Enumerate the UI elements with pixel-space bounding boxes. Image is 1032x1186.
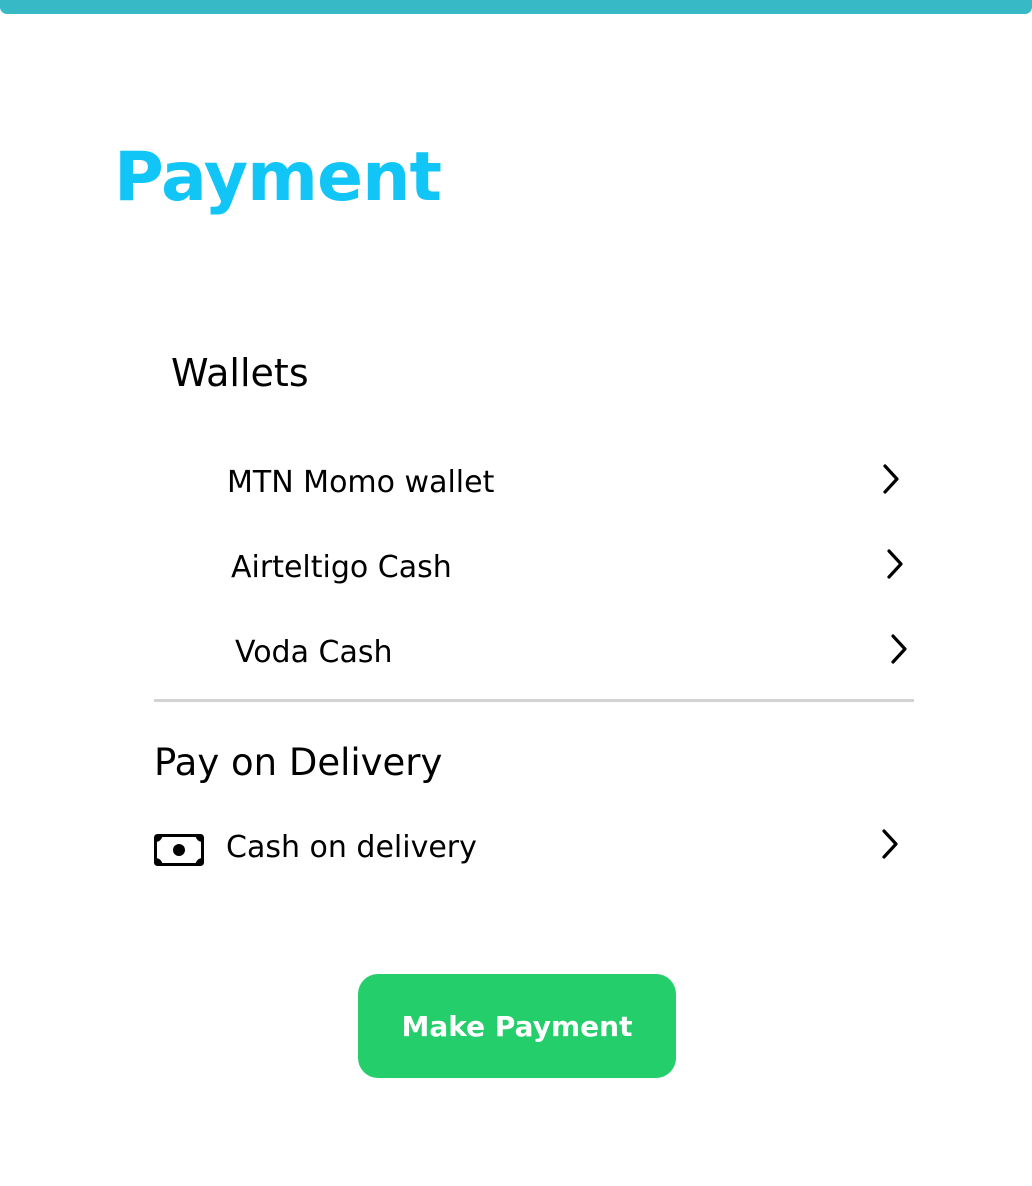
wallet-option-mtn-momo[interactable]: MTN Momo wallet: [227, 455, 907, 511]
wallet-option-label: Voda Cash: [235, 635, 393, 670]
pay-on-delivery-heading: Pay on Delivery: [154, 741, 443, 784]
make-payment-button[interactable]: Make Payment: [358, 974, 676, 1078]
delivery-option-cash[interactable]: Cash on delivery: [154, 820, 906, 876]
delivery-option-label: Cash on delivery: [226, 830, 477, 865]
chevron-right-icon: [878, 828, 902, 860]
wallet-option-label: MTN Momo wallet: [227, 465, 495, 500]
wallet-option-voda[interactable]: Voda Cash: [235, 625, 915, 681]
wallet-option-label: Airteltigo Cash: [231, 550, 452, 585]
section-divider: [154, 699, 914, 702]
chevron-right-icon: [879, 463, 903, 495]
chevron-right-icon: [887, 633, 911, 665]
chevron-right-icon: [883, 548, 907, 580]
wallets-heading: Wallets: [171, 351, 309, 395]
cash-icon: [154, 834, 204, 866]
wallet-option-airteltigo[interactable]: Airteltigo Cash: [231, 540, 911, 596]
page-title: Payment: [114, 138, 442, 217]
top-accent-bar: [0, 0, 1032, 14]
